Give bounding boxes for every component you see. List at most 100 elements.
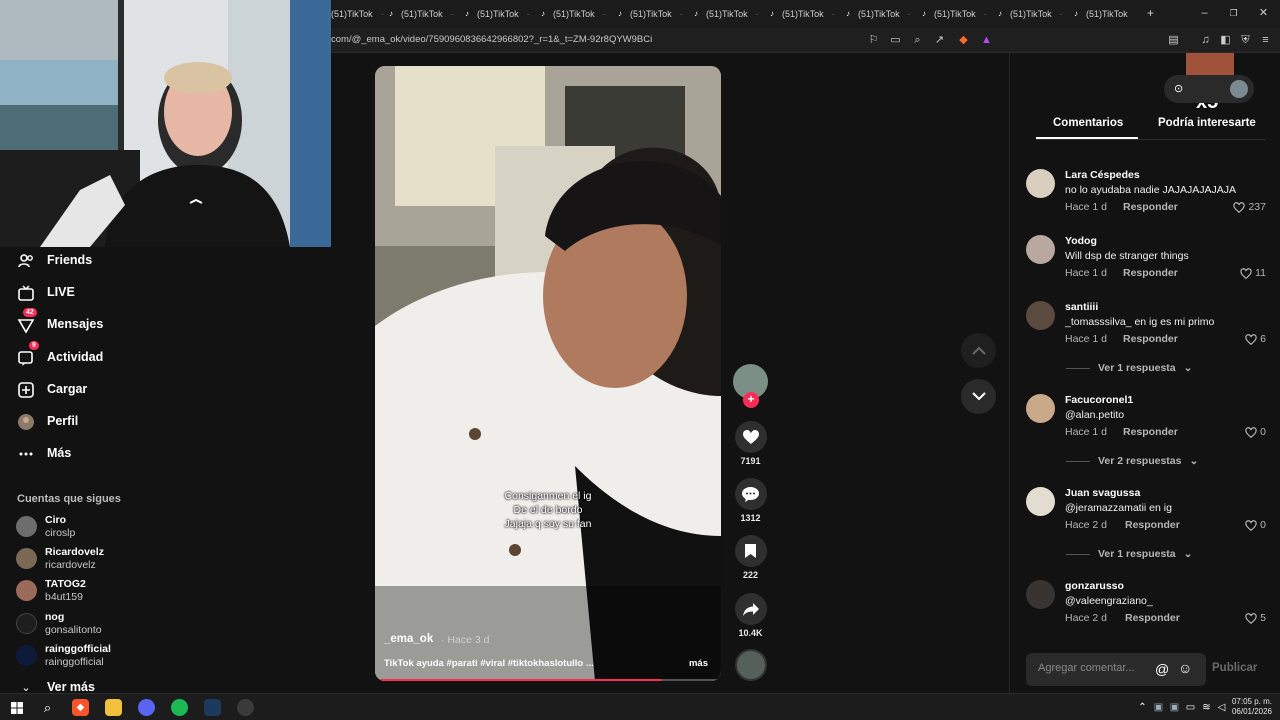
like-button[interactable]: 7191 [733, 421, 768, 466]
search-icon[interactable]: ⌕ [39, 699, 56, 716]
creator-avatar-button[interactable]: + [733, 364, 768, 408]
music-icon[interactable]: ♫ [1199, 34, 1212, 47]
panel-icon[interactable]: ◧ [1219, 34, 1232, 47]
sidebar-item-more[interactable]: Más [17, 443, 71, 465]
avatar[interactable] [1026, 487, 1055, 516]
avatar[interactable] [1026, 580, 1055, 609]
avatar[interactable] [1026, 301, 1055, 330]
comment-author[interactable]: Juan svagussa [1065, 487, 1140, 499]
comment-author[interactable]: Facucoronel1 [1065, 394, 1133, 406]
recording-app-icon[interactable] [237, 699, 254, 716]
comment-like-button[interactable]: 5 [1245, 612, 1266, 624]
steam-icon[interactable] [204, 699, 221, 716]
system-clock[interactable]: 07:05 p. m. 06/01/2026 [1232, 697, 1272, 717]
publish-button[interactable]: Publicar [1212, 662, 1257, 674]
brave-shield-icon[interactable]: ◆ [957, 34, 970, 47]
menu-icon[interactable]: ≡ [1259, 34, 1272, 47]
sidebar-item-upload[interactable]: Cargar [17, 379, 87, 401]
video-more-link[interactable]: más [689, 658, 708, 669]
mention-icon[interactable]: @ [1155, 661, 1169, 677]
close-window-icon[interactable]: ✕ [1257, 7, 1270, 20]
browser-tab[interactable]: (51)TikTok - [331, 6, 384, 22]
brave-rewards-icon[interactable]: ▲ [980, 34, 993, 47]
network-icon[interactable]: ▭ [1182, 699, 1199, 716]
reply-button[interactable]: Responder [1125, 612, 1180, 624]
sidebar-item-profile[interactable]: Perfil [17, 411, 78, 433]
view-replies-button[interactable]: Ver 1 respuesta ⌄ [1066, 548, 1192, 560]
reply-button[interactable]: Responder [1125, 519, 1180, 531]
video-player[interactable]: Consiganmen el ig De el de bordo Jajaja … [375, 66, 721, 681]
tabs-divider [1036, 139, 1266, 140]
tab-label: (51)TikTok [553, 9, 595, 19]
browser-tab[interactable]: ♪ (51)TikTok - [694, 6, 759, 22]
reply-button[interactable]: Responder [1123, 267, 1178, 279]
view-replies-button[interactable]: Ver 2 respuestas ⌄ [1066, 455, 1198, 467]
share-circle [734, 593, 767, 625]
sidebar-item-friends[interactable]: Friends [17, 250, 92, 272]
sound-disc-button[interactable] [733, 649, 768, 681]
discord-icon[interactable] [138, 699, 155, 716]
panel-clock-icon: ⊙ [1174, 83, 1184, 95]
save-button[interactable]: 222 [733, 535, 768, 580]
file-explorer-icon[interactable] [105, 699, 122, 716]
browser-tab[interactable]: ♪ (51)TikTok - [770, 6, 835, 22]
tab-suggested[interactable]: Podría interesarte [1158, 117, 1256, 129]
tray-chevron-icon[interactable]: ⌃ [1134, 699, 1151, 716]
browser-tab[interactable]: ♪ (51)TikTok - [389, 6, 454, 22]
translate-icon[interactable]: ⚐ [867, 34, 880, 47]
avatar[interactable] [1026, 169, 1055, 198]
browser-tab[interactable]: ♪ (51)TikTok - [465, 6, 530, 22]
view-replies-button[interactable]: Ver 1 respuesta ⌄ [1066, 362, 1192, 374]
minimize-icon[interactable]: – [1198, 7, 1211, 20]
follow-plus-icon[interactable]: + [743, 392, 759, 408]
comment-like-button[interactable]: 6 [1245, 333, 1266, 345]
comment-like-button[interactable]: 0 [1245, 519, 1266, 531]
comment-like-button[interactable]: 0 [1245, 426, 1266, 438]
sidebar-item-messages[interactable]: 42 Mensajes [17, 308, 103, 336]
comment-input[interactable] [1038, 662, 1148, 674]
emoji-icon[interactable]: ☺ [1178, 660, 1192, 676]
vpn-icon[interactable]: ⛨ [1239, 34, 1252, 47]
share-button[interactable]: 10.4K [733, 593, 768, 638]
avatar[interactable] [1026, 235, 1055, 264]
reply-button[interactable]: Responder [1123, 426, 1178, 438]
reply-button[interactable]: Responder [1123, 333, 1178, 345]
browser-tab[interactable]: ♪ (51)TikTok - [922, 6, 987, 22]
comment-like-button[interactable]: 237 [1233, 201, 1266, 213]
url-field[interactable]: com/@_ema_ok/video/7590960836642966802?_… [331, 34, 652, 45]
share-icon[interactable]: ↗ [933, 34, 946, 47]
comment-author[interactable]: Yodog [1065, 235, 1097, 247]
browser-tab[interactable]: ♪ (51)TikTok [1074, 6, 1128, 22]
new-tab-button[interactable]: + [1147, 5, 1154, 21]
comment-author[interactable]: gonzarusso [1065, 580, 1124, 592]
cast-icon[interactable]: ▭ [889, 34, 902, 47]
browser-tab[interactable]: ♪ (51)TikTok - [618, 6, 683, 22]
browser-tab[interactable]: ♪ (51)TikTok - [541, 6, 606, 22]
browser-tab[interactable]: ♪ (51)TikTok - [998, 6, 1063, 22]
avatar[interactable] [1026, 394, 1055, 423]
zoom-icon[interactable]: ⌕ [911, 34, 924, 47]
restore-icon[interactable]: ❐ [1227, 7, 1240, 20]
tab-comments[interactable]: Comentarios [1053, 117, 1123, 129]
reply-button[interactable]: Responder [1123, 201, 1178, 213]
spotify-icon[interactable] [171, 699, 188, 716]
caption-line: De el de bordo [513, 504, 583, 516]
comment-author[interactable]: santiiii [1065, 301, 1098, 313]
comment-like-button[interactable]: 11 [1240, 267, 1266, 279]
browser-tab[interactable]: ♪ (51)TikTok - [846, 6, 911, 22]
tray-app-icon[interactable]: ▣ [1166, 699, 1183, 716]
tray-app-icon[interactable]: ▣ [1150, 699, 1167, 716]
volume-icon[interactable]: ◁ [1213, 699, 1230, 716]
comment-author[interactable]: Lara Céspedes [1065, 169, 1140, 181]
next-video-button[interactable] [961, 379, 996, 414]
video-author-name[interactable]: _ema_ok [384, 633, 433, 645]
windows-start-icon[interactable] [8, 699, 25, 716]
comment-button[interactable]: 1312 [733, 478, 768, 523]
video-progress-bar[interactable] [375, 679, 721, 681]
previous-video-button[interactable] [961, 333, 996, 368]
sidebar-toggle-icon[interactable]: ▤ [1167, 34, 1180, 47]
comment-like-count: 5 [1260, 612, 1266, 624]
sidebar-item-live[interactable]: LIVE [17, 282, 75, 304]
sidebar-item-activity[interactable]: 9 Actividad [17, 341, 103, 369]
brave-browser-icon[interactable]: ◆ [72, 699, 89, 716]
